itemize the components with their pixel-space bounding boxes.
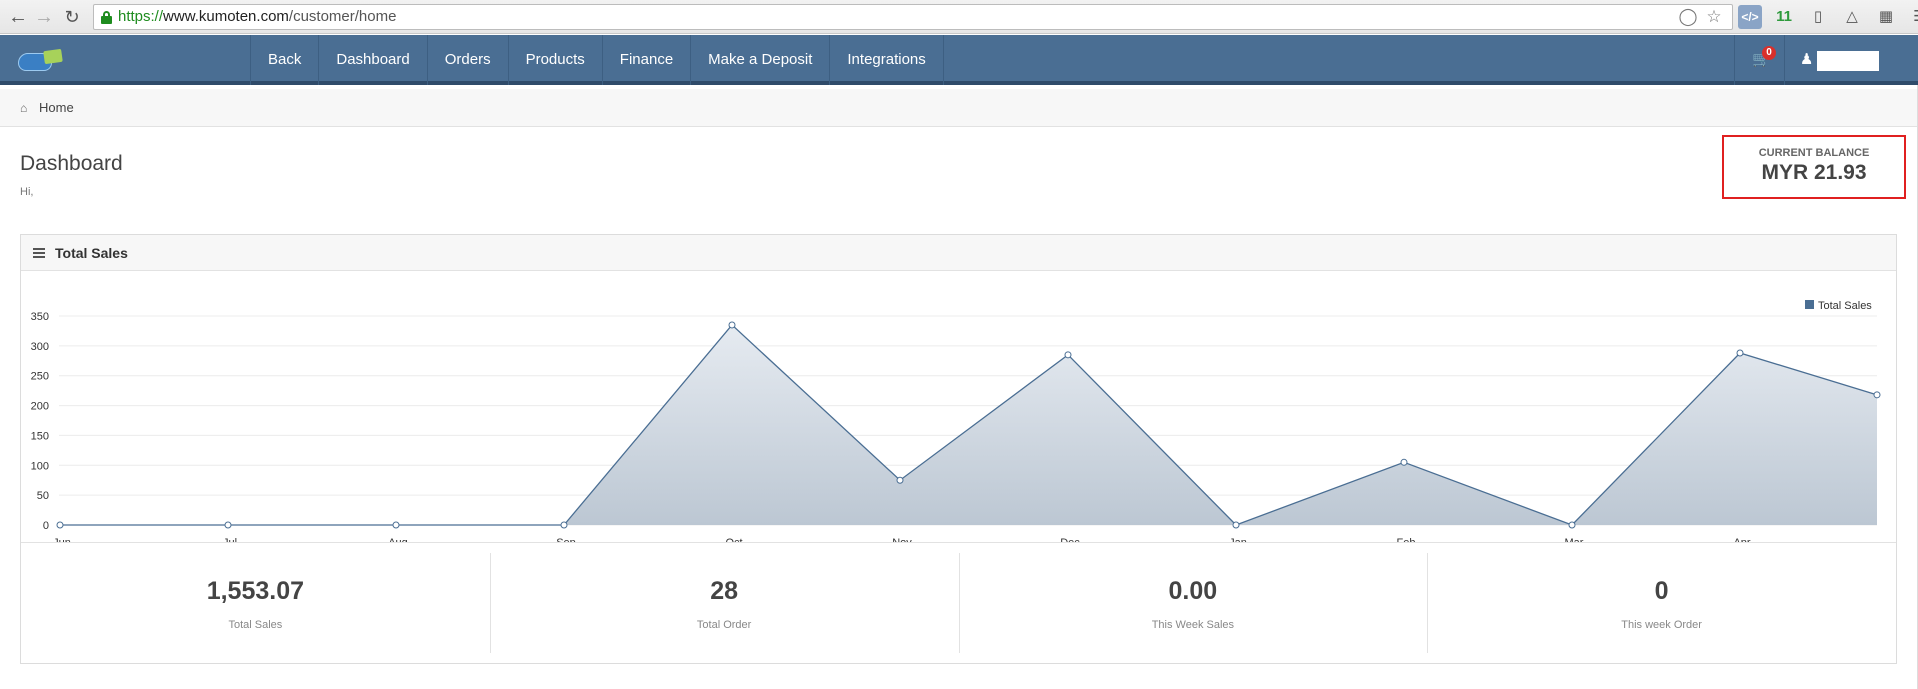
- y-tick-label: 300: [31, 341, 49, 353]
- bars-icon: [33, 248, 45, 258]
- url-host: www.kumoten.com: [163, 8, 289, 25]
- kumoten-logo[interactable]: [18, 47, 64, 73]
- main-menu: Back Dashboard Orders Products Finance M…: [250, 35, 944, 85]
- bookmark-star-icon[interactable]: ☆: [1704, 7, 1724, 27]
- user-icon: ♟: [1800, 51, 1814, 68]
- menu-products[interactable]: Products: [509, 35, 603, 85]
- cart-count-badge: 0: [1762, 46, 1776, 60]
- menu-integrations[interactable]: Integrations: [830, 35, 944, 85]
- breadcrumb-home[interactable]: Home: [39, 100, 74, 115]
- total-sales-panel: Total Sales 050100150200250300350JunJulA…: [20, 234, 1897, 664]
- current-balance-box: CURRENT BALANCE MYR 21.93: [1722, 135, 1906, 199]
- user-name-redacted: [1817, 51, 1879, 71]
- data-point: [1400, 458, 1408, 466]
- menu-orders[interactable]: Orders: [428, 35, 509, 85]
- data-point: [392, 521, 400, 529]
- stats-row: 1,553.07 Total Sales 28 Total Order 0.00…: [21, 542, 1896, 664]
- data-point: [560, 521, 568, 529]
- panel-header: Total Sales: [21, 235, 1896, 271]
- url-path: /customer/home: [288, 8, 397, 25]
- stat-total-sales: 1,553.07 Total Sales: [21, 543, 490, 664]
- mobile-device-icon[interactable]: ▯: [1806, 5, 1830, 29]
- stat-label: Total Order: [696, 619, 752, 631]
- data-point: [1064, 351, 1072, 359]
- breadcrumb: ⌂ Home: [0, 89, 1918, 127]
- url-scheme: https://: [118, 8, 164, 25]
- menu-make-a-deposit[interactable]: Make a Deposit: [691, 35, 831, 85]
- y-tick-label: 0: [43, 520, 49, 532]
- total-sales-chart: 050100150200250300350JunJulAugSepOctNovD…: [31, 300, 1881, 542]
- browser-toolbar: ← → ↻ https://www.kumoten.com/customer/h…: [0, 0, 1918, 34]
- data-point: [1736, 349, 1744, 357]
- shield-icon[interactable]: ◯: [1678, 7, 1698, 27]
- film-icon[interactable]: ▦: [1874, 5, 1898, 29]
- y-tick-label: 50: [37, 490, 49, 502]
- greeting-text: Hi,: [20, 186, 34, 198]
- data-point: [896, 476, 904, 484]
- menu-finance[interactable]: Finance: [603, 35, 692, 85]
- stat-value: 1,553.07: [206, 577, 305, 605]
- legend-swatch: [1805, 300, 1814, 309]
- data-point: [1568, 521, 1576, 529]
- legend-label: Total Sales: [1818, 300, 1872, 312]
- stat-value: 0.00: [1168, 577, 1218, 605]
- cart-button[interactable]: 🛒 0: [1734, 35, 1784, 85]
- data-point: [1232, 521, 1240, 529]
- drive-icon[interactable]: △: [1840, 5, 1864, 29]
- data-point: [1873, 391, 1881, 399]
- y-tick-label: 100: [31, 460, 49, 472]
- url-text[interactable]: https://www.kumoten.com/customer/home: [118, 8, 396, 25]
- panel-title: Total Sales: [55, 245, 128, 261]
- user-menu[interactable]: ♟: [1784, 35, 1918, 85]
- stat-value: 0: [1654, 577, 1669, 605]
- reload-icon[interactable]: ↻: [60, 5, 84, 29]
- data-point: [56, 521, 64, 529]
- browser-menu-icon[interactable]: ☰: [1908, 5, 1918, 29]
- menu-back[interactable]: Back: [251, 35, 320, 85]
- balance-value: MYR 21.93: [1761, 161, 1867, 184]
- stat-total-order: 28 Total Order: [489, 543, 959, 664]
- data-point: [728, 321, 736, 329]
- y-tick-label: 200: [31, 401, 49, 413]
- stat-this-week-sales: 0.00 This Week Sales: [958, 543, 1428, 664]
- stat-label: This week Order: [1621, 619, 1702, 631]
- lock-icon: [101, 11, 112, 24]
- top-navbar: Back Dashboard Orders Products Finance M…: [0, 35, 1918, 85]
- home-icon: ⌂: [20, 101, 28, 115]
- back-arrow-icon[interactable]: ←: [6, 5, 30, 29]
- forward-arrow-icon[interactable]: →: [32, 5, 56, 29]
- y-tick-label: 350: [31, 311, 49, 323]
- stat-value: 28: [710, 577, 739, 605]
- data-point: [224, 521, 232, 529]
- y-tick-label: 150: [31, 430, 49, 442]
- stat-this-week-order: 0 This week Order: [1427, 543, 1896, 664]
- address-bar[interactable]: https://www.kumoten.com/customer/home ◯ …: [93, 4, 1733, 30]
- y-tick-label: 250: [31, 371, 49, 383]
- tab-counter-extension-icon[interactable]: 11: [1772, 5, 1796, 29]
- menu-dashboard[interactable]: Dashboard: [319, 35, 428, 85]
- stat-label: This Week Sales: [1151, 619, 1235, 631]
- page-title: Dashboard: [20, 152, 123, 175]
- balance-label: CURRENT BALANCE: [1758, 147, 1870, 159]
- stat-label: Total Sales: [228, 619, 283, 631]
- code-extension-icon[interactable]: </>: [1738, 5, 1762, 29]
